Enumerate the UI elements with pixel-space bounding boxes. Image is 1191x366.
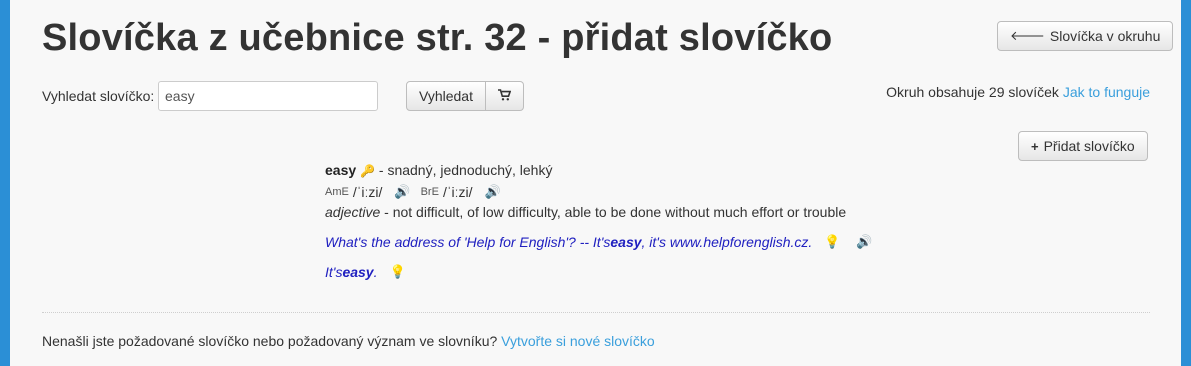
- page-title: Slovíčka z učebnice str. 32 - přidat slo…: [42, 17, 833, 59]
- example1-text-pre: What's the address of 'Help for English'…: [325, 234, 611, 250]
- footer-note: Nenašli jste požadované slovíčko nebo po…: [42, 333, 655, 349]
- example1-keyword: easy: [610, 234, 642, 250]
- main-panel: Slovíčka z učebnice str. 32 - přidat slo…: [10, 0, 1181, 366]
- entry-word: easy: [325, 162, 357, 178]
- pronunciation-row: AmE /ˈiːzi/ 🔊 BrE /ˈiːzi/ 🔊: [325, 184, 882, 200]
- ame-ipa: /ˈiːzi/: [352, 184, 383, 200]
- topic-count-text: Okruh obsahuje 29 slovíček: [886, 84, 1059, 100]
- speaker-icon-example[interactable]: 🔊: [856, 234, 872, 250]
- cart-icon: [497, 88, 512, 104]
- plus-icon: +: [1031, 138, 1039, 154]
- bre-ipa: /ˈiːzi/: [442, 184, 473, 200]
- example2-keyword: easy: [342, 264, 374, 280]
- add-word-button[interactable]: + Přidat slovíčko: [1018, 131, 1148, 161]
- example2-text-pre: It's: [325, 264, 343, 280]
- ame-label: AmE: [325, 186, 349, 198]
- how-it-works-link[interactable]: Jak to funguje: [1063, 84, 1150, 100]
- create-word-link[interactable]: Vytvořte si nové slovíčko: [501, 333, 655, 349]
- topic-info: Okruh obsahuje 29 slovíček Jak to funguj…: [886, 84, 1150, 100]
- example2-text-post: .: [373, 264, 378, 280]
- speaker-icon-bre[interactable]: 🔊: [485, 184, 501, 200]
- part-of-speech: adjective: [325, 204, 381, 220]
- bre-label: BrE: [420, 186, 439, 198]
- entry-translation: - snadný, jednoduchý, lehký: [378, 162, 553, 178]
- add-button-label: Přidat slovíčko: [1043, 138, 1135, 154]
- search-button-group: Vyhledat: [406, 81, 524, 111]
- example-sentence-1: What's the address of 'Help for English'…: [325, 234, 882, 250]
- entry-headline: easy 🔑 - snadný, jednoduchý, lehký: [325, 162, 882, 178]
- search-label: Vyhledat slovíčko:: [42, 88, 155, 104]
- dotted-divider: [42, 312, 1150, 313]
- definition-text: - not difficult, of low difficulty, able…: [380, 204, 847, 220]
- lightbulb-icon[interactable]: 💡: [824, 234, 840, 250]
- arrow-left-icon: 🡐: [1010, 28, 1045, 43]
- footer-text: Nenašli jste požadované slovíčko nebo po…: [42, 333, 498, 349]
- speaker-icon-ame[interactable]: 🔊: [394, 184, 410, 200]
- dictionary-entry: easy 🔑 - snadný, jednoduchý, lehký AmE /…: [325, 162, 882, 280]
- back-button-label: Slovíčka v okruhu: [1049, 28, 1161, 44]
- key-icon: 🔑: [360, 164, 375, 178]
- search-input[interactable]: [158, 81, 378, 111]
- lightbulb-icon[interactable]: 💡: [390, 264, 406, 280]
- search-button[interactable]: Vyhledat: [406, 81, 486, 111]
- example-sentence-2: It's easy. 💡: [325, 264, 882, 280]
- definition-row: adjective - not difficult, of low diffic…: [325, 204, 882, 220]
- cart-button[interactable]: [485, 81, 524, 111]
- back-to-words-button[interactable]: 🡐 Slovíčka v okruhu: [997, 21, 1174, 51]
- example1-text-post: , it's www.helpforenglish.cz.: [641, 234, 813, 250]
